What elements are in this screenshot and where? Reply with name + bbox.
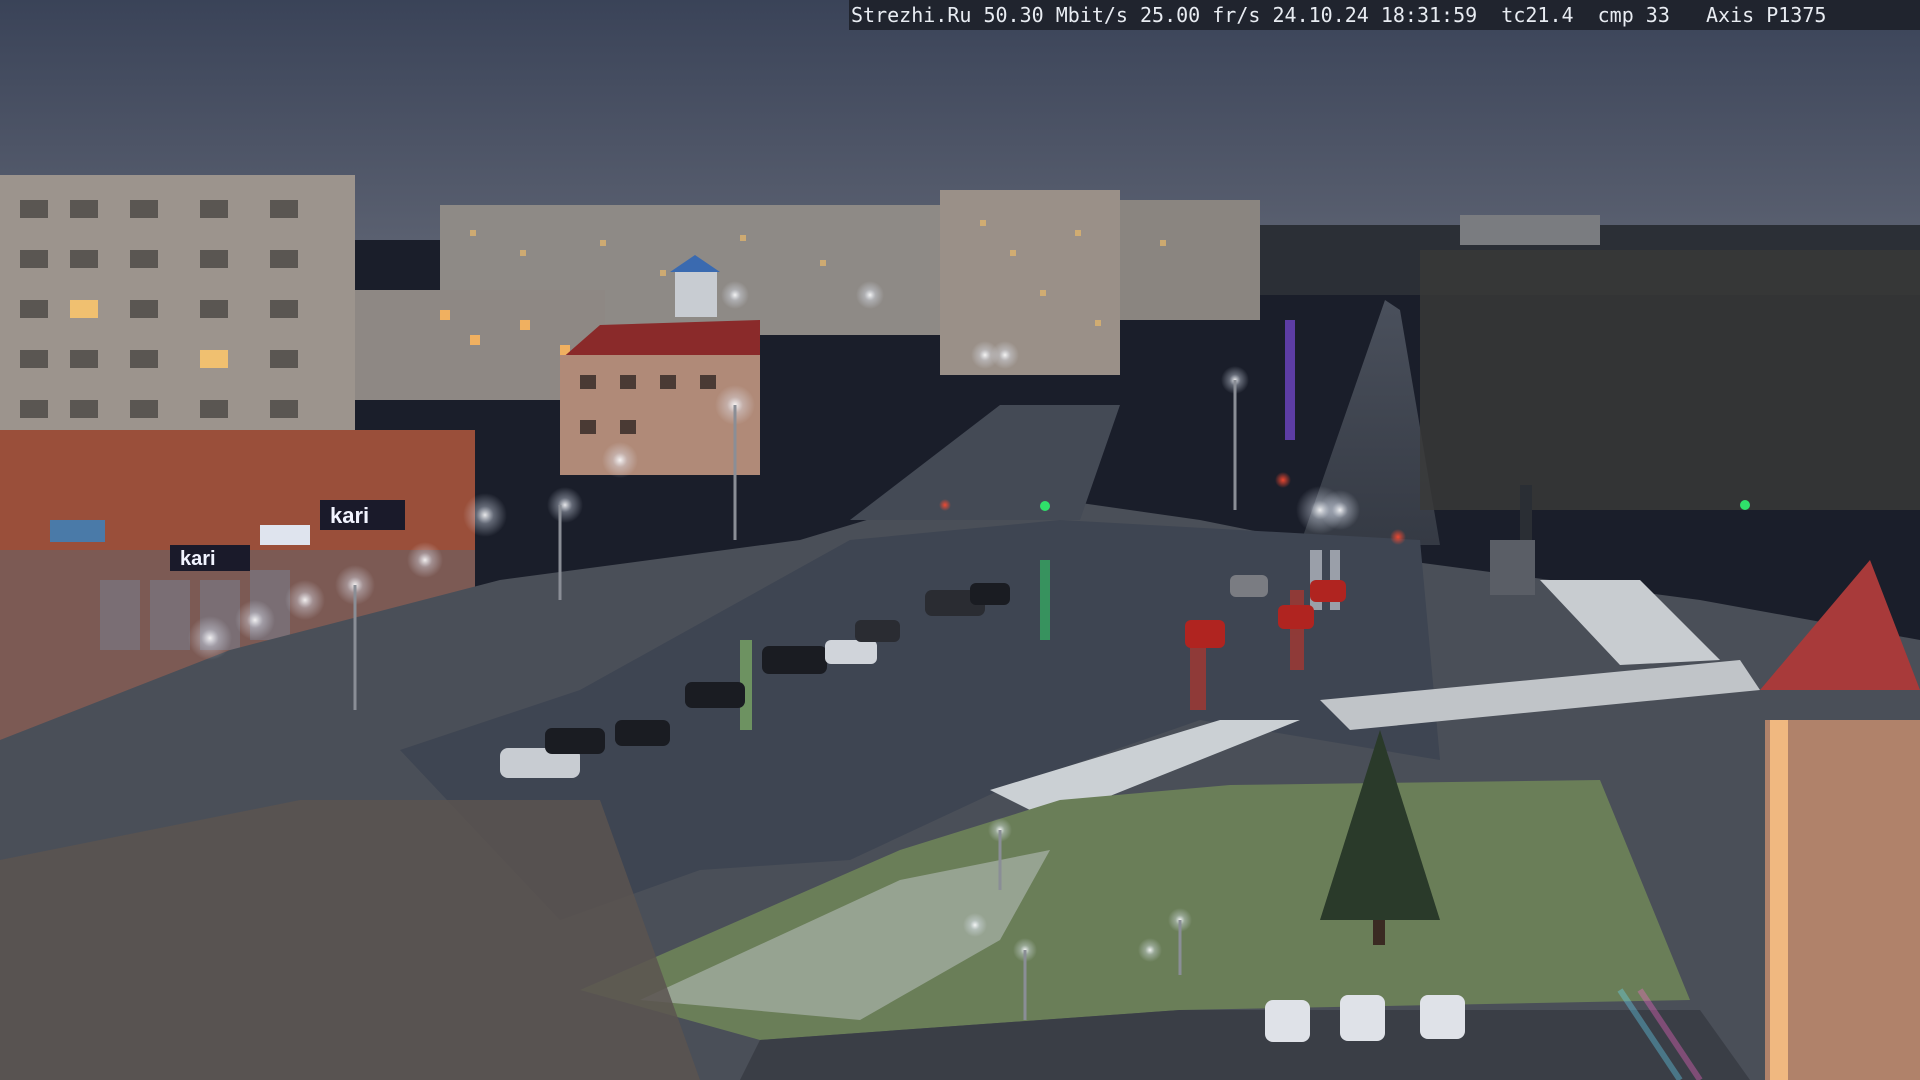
monument-statue [1520, 485, 1532, 540]
tower-building [940, 190, 1120, 375]
left-trees [0, 800, 700, 1080]
car [762, 646, 827, 674]
car [1278, 605, 1314, 629]
osd-bitrate: 50.30 Mbit/s [983, 3, 1128, 27]
osd-temperature: tc21.4 [1501, 3, 1574, 27]
right-park-trees [1420, 250, 1920, 510]
store-sign-white [260, 525, 310, 545]
car [1185, 620, 1225, 648]
osd-compression: cmp 33 [1597, 3, 1670, 27]
pine-trunk [1373, 920, 1385, 945]
monument-plinth [1490, 540, 1535, 595]
car [1420, 995, 1465, 1039]
right-building [1765, 720, 1920, 1080]
camera-osd-overlay: Strezhi.Ru 50.30 Mbit/s 25.00 fr/s 24.10… [849, 0, 1920, 30]
store-sign-kari-second: kari [170, 545, 250, 571]
store-sign-blue [50, 520, 105, 542]
car [545, 728, 605, 754]
car [1340, 995, 1385, 1041]
car [1265, 1000, 1310, 1042]
festive-lights [1285, 320, 1295, 440]
far-plaza-road [850, 405, 1120, 520]
right-building-lit-facade [1770, 720, 1788, 1080]
car [825, 640, 877, 664]
car [615, 720, 670, 746]
car [970, 583, 1010, 605]
far-right-block [1460, 215, 1600, 245]
car [855, 620, 900, 642]
street-scene: kari kari [0, 0, 1920, 1080]
car [685, 682, 745, 708]
blue-roof-tower [675, 272, 717, 317]
store-sign-kari: kari [320, 500, 405, 530]
car [1310, 580, 1346, 602]
tower-annex [1120, 200, 1260, 320]
osd-timestamp: 24.10.24 18:31:59 [1272, 3, 1478, 27]
store-sign-kari-second-text: kari [180, 548, 216, 570]
osd-camera-model: Axis P1375 [1706, 3, 1827, 27]
store-sign-kari-text: kari [330, 503, 369, 528]
camera-view: kari kari [0, 0, 1920, 1080]
osd-site: Strezhi.Ru [851, 3, 972, 27]
car [1230, 575, 1268, 597]
osd-framerate: 25.00 fr/s [1140, 3, 1261, 27]
